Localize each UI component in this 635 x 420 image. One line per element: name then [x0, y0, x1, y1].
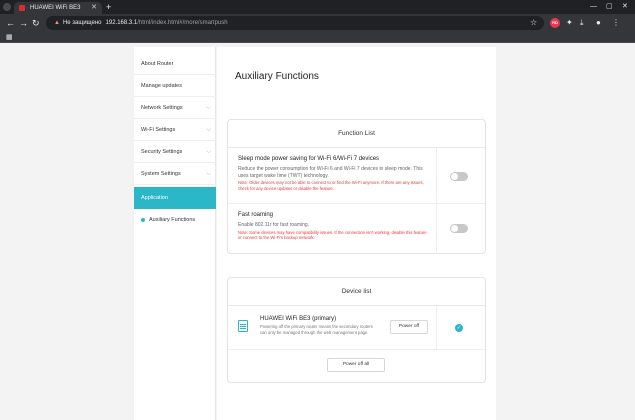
device-description: Powering off the primary router means th…: [260, 324, 373, 335]
url-path: /html/index.html#/more/smartpush: [137, 20, 228, 26]
sidebar-item-label: Manage updates: [141, 83, 182, 89]
function-note: Note: Older devices may not be able to c…: [238, 180, 424, 191]
sidebar-item-wifi-settings[interactable]: Wi-Fi Settings ⌵: [134, 119, 216, 141]
divider: [436, 148, 437, 204]
back-icon[interactable]: ←: [6, 17, 15, 29]
fast-roaming-toggle[interactable]: [450, 224, 468, 233]
chevron-down-icon: ⌵: [206, 149, 211, 155]
sidebar-item-label: Network Settings: [141, 105, 183, 111]
sidebar-item-label: Wi-Fi Settings: [141, 127, 176, 133]
apps-icon[interactable]: ▦: [6, 33, 13, 42]
sidebar-item-label: About Router: [141, 61, 174, 67]
browser-tab[interactable]: HUAWEI WiFi BE3 ✕: [14, 2, 102, 14]
sidebar-subitem-label: Auxiliary Functions: [149, 217, 196, 223]
security-status[interactable]: Не защищено: [63, 20, 102, 26]
function-title: Fast roaming: [238, 212, 274, 218]
toggle-knob: [451, 225, 458, 232]
menu-icon[interactable]: ⋮: [612, 17, 620, 29]
tab-close-icon[interactable]: ✕: [91, 2, 97, 14]
bookmarks-bar: ▦: [0, 32, 635, 43]
extension-icon[interactable]: RD: [550, 18, 560, 28]
tab-title: HUAWEI WiFi BE3: [30, 5, 81, 11]
function-description: Reduce the power consumption for Wi-Fi 6…: [238, 166, 423, 179]
sidebar-item-manage-updates[interactable]: Manage updates: [134, 75, 216, 97]
divider: [436, 306, 437, 350]
sidebar-item-network-settings[interactable]: Network Settings ⌵: [134, 97, 216, 119]
router-page: About Router Manage updates Network Sett…: [0, 44, 635, 420]
extensions-puzzle-icon[interactable]: ✦: [566, 17, 573, 29]
power-off-all-button[interactable]: Power off all: [327, 358, 385, 372]
active-dot-icon: [141, 218, 145, 222]
sidebar-item-label: System Settings: [141, 171, 181, 177]
download-icon[interactable]: ⤓: [580, 17, 584, 29]
sleep-mode-toggle[interactable]: [450, 172, 468, 181]
address-bar[interactable]: ▲ Не защищено 192.168.3.1/html/index.html#…: [46, 16, 544, 30]
sidebar-item-about-router[interactable]: About Router: [134, 53, 216, 75]
function-note: Note: Some devices may have compatibilit…: [238, 229, 427, 241]
sidebar-subitem-auxiliary-functions[interactable]: Auxiliary Functions: [134, 209, 216, 231]
page-title: Auxiliary Functions: [235, 71, 319, 82]
chevron-down-icon: ⌵: [206, 127, 211, 133]
device-list-heading: Device list: [228, 278, 485, 306]
browser-tab-search-icon[interactable]: [3, 3, 11, 11]
close-window-icon[interactable]: ✕: [622, 1, 628, 13]
power-off-button[interactable]: Power off: [390, 320, 428, 334]
reload-icon[interactable]: ↻: [32, 17, 40, 29]
profile-icon[interactable]: ●: [596, 17, 601, 29]
star-icon[interactable]: ☆: [530, 17, 537, 29]
function-description: Enable 802.11r for fast roaming.: [238, 222, 310, 228]
new-tab-icon[interactable]: +: [106, 1, 111, 13]
sidebar-item-system-settings[interactable]: System Settings ⌵: [134, 163, 216, 185]
function-item-fast-roaming: Fast roaming Enable 802.11r for fast roa…: [228, 204, 485, 254]
chevron-down-icon: ⌵: [206, 171, 211, 177]
device-name: HUAWEI WiFi BE3 (primary): [260, 316, 337, 322]
function-list-card: Function List Sleep mode power saving fo…: [227, 119, 486, 254]
url-host: 192.168.3.1: [105, 20, 138, 26]
browser-tab-bar: HUAWEI WiFi BE3 ✕ + — ▢ ✕: [0, 0, 635, 14]
maximize-icon[interactable]: ▢: [606, 1, 613, 13]
browser-toolbar: ← → ↻ ▲ Не защищено 192.168.3.1/html/index…: [0, 14, 635, 32]
sidebar-item-security-settings[interactable]: Security Settings ⌵: [134, 141, 216, 163]
divider: [436, 204, 437, 254]
lock-warning-icon[interactable]: ▲: [54, 20, 60, 26]
function-title: Sleep mode power saving for Wi-Fi 6/Wi-F…: [238, 156, 380, 162]
sidebar: About Router Manage updates Network Sett…: [134, 47, 216, 420]
sidebar-item-application[interactable]: Application: [134, 187, 216, 209]
huawei-favicon-icon: [19, 5, 25, 11]
router-device-icon: [238, 320, 248, 332]
minimize-icon[interactable]: —: [590, 1, 597, 13]
checkmark-icon[interactable]: ✓: [455, 324, 463, 332]
device-row: HUAWEI WiFi BE3 (primary) Powering off t…: [228, 306, 485, 350]
device-list-card: Device list HUAWEI WiFi BE3 (primary) Po…: [227, 277, 486, 383]
toggle-knob: [451, 173, 458, 180]
forward-icon[interactable]: →: [19, 17, 28, 29]
sidebar-item-label: Application: [141, 195, 168, 201]
sidebar-item-label: Security Settings: [141, 149, 183, 155]
function-item-sleep-mode: Sleep mode power saving for Wi-Fi 6/Wi-F…: [228, 148, 485, 204]
function-list-heading: Function List: [228, 120, 485, 148]
main-content: Auxiliary Functions Function List Sleep …: [217, 47, 496, 420]
chevron-down-icon: ⌵: [206, 105, 211, 111]
